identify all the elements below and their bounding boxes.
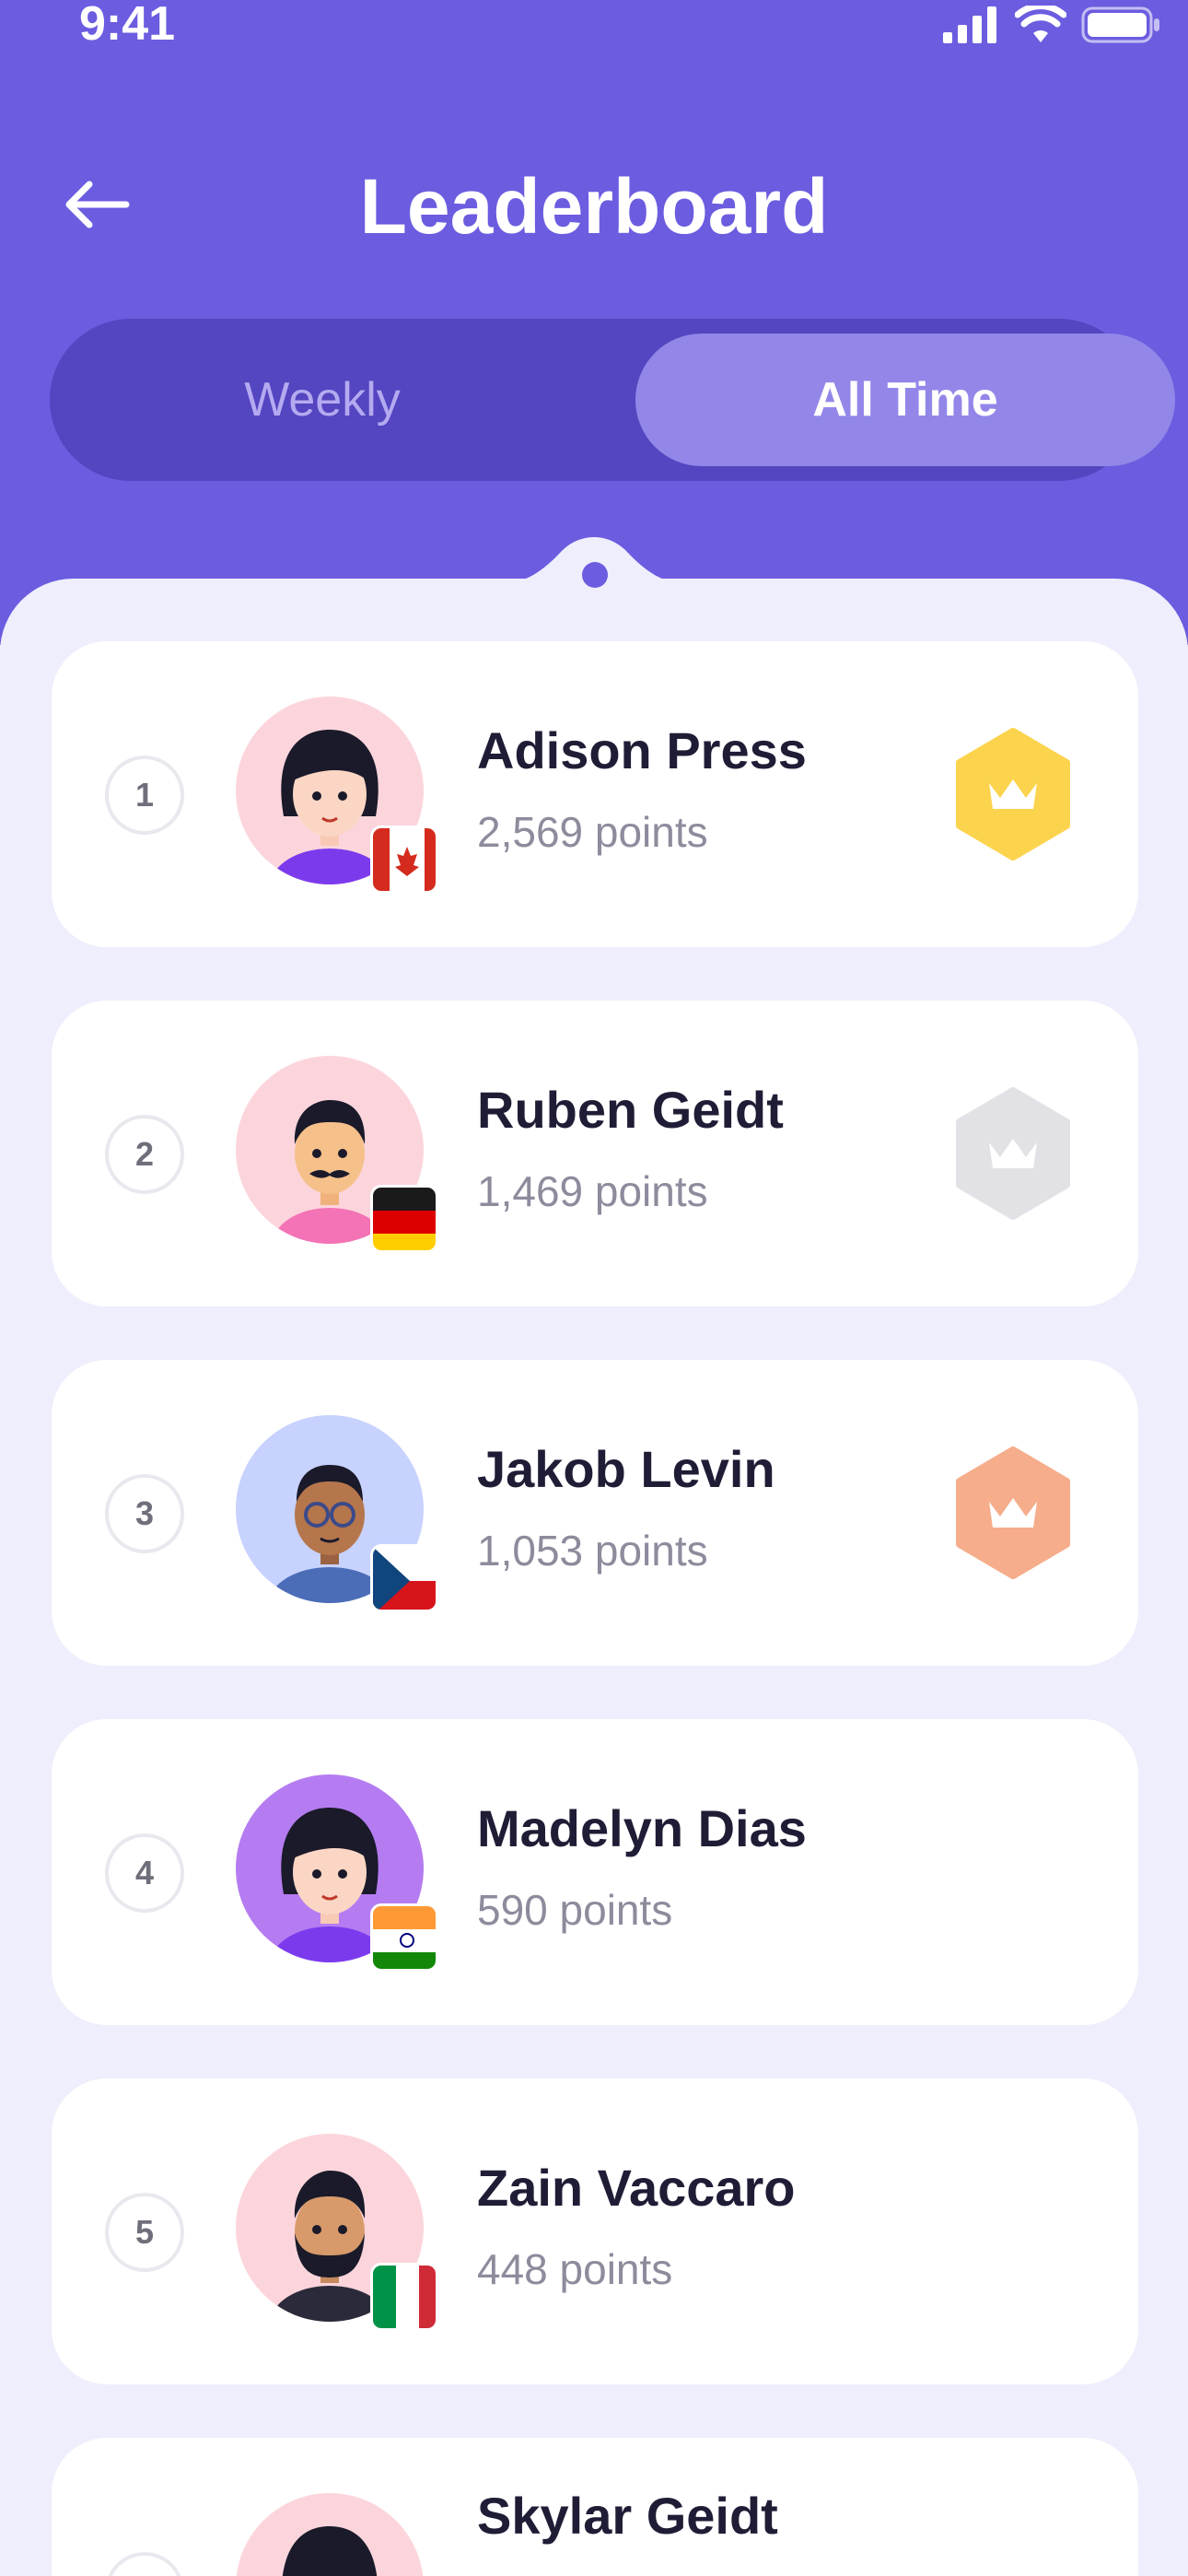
leaderboard-row-4[interactable]: 4 Madelyn Dias 590 points: [52, 1719, 1138, 2025]
tab-all-time[interactable]: All Time: [635, 334, 1175, 466]
leaderboard-row-1[interactable]: 1 Adison Press 2,569 points: [52, 641, 1138, 947]
player-points: 448 points: [477, 2245, 673, 2293]
rank-badge: 5: [105, 2193, 184, 2272]
player-name: Jakob Levin: [477, 1440, 775, 1498]
status-bar: 9:41: [0, 0, 1188, 55]
bronze-crown-icon: [956, 1446, 1070, 1579]
avatar: [236, 2493, 424, 2576]
rank-badge: 2: [105, 1115, 184, 1194]
tab-weekly[interactable]: Weekly: [64, 334, 580, 466]
canada-flag-icon: [370, 825, 438, 894]
player-name: Zain Vaccaro: [477, 2159, 796, 2217]
player-points: 590 points: [477, 1886, 673, 1934]
leaderboard-row-2[interactable]: 2 Ruben Geidt 1,469 points: [52, 1001, 1138, 1306]
gold-crown-icon: [956, 728, 1070, 861]
wifi-icon: [1015, 6, 1066, 42]
rank-badge: 1: [105, 755, 184, 835]
battery-icon: [1081, 6, 1159, 43]
period-segmented-control: Weekly All Time: [50, 319, 1175, 481]
rank-badge: [105, 2552, 184, 2576]
italy-flag-icon: [370, 2263, 438, 2331]
signal-icon: [943, 6, 996, 43]
player-points: 2,569 points: [477, 808, 708, 856]
leaderboard-row-3[interactable]: 3 Jakob Levin 1,053 points: [52, 1360, 1138, 1666]
germany-flag-icon: [370, 1185, 438, 1253]
player-name: Madelyn Dias: [477, 1799, 807, 1857]
notch-dot: [582, 562, 608, 588]
player-name: Ruben Geidt: [477, 1081, 784, 1139]
player-points: 1,053 points: [477, 1527, 708, 1575]
leaderboard-row-6[interactable]: Skylar Geidt: [52, 2438, 1138, 2576]
leaderboard-row-5[interactable]: 5 Zain Vaccaro 448 points: [52, 2078, 1138, 2384]
status-icons: [943, 4, 1160, 46]
status-time: 9:41: [79, 0, 176, 51]
silver-crown-icon: [956, 1087, 1070, 1220]
player-name: Skylar Geidt: [477, 2487, 778, 2545]
player-points: 1,469 points: [477, 1167, 708, 1215]
rank-badge: 3: [105, 1474, 184, 1553]
page-title: Leaderboard: [359, 163, 829, 250]
player-name: Adison Press: [477, 721, 807, 779]
india-flag-icon: [370, 1903, 438, 1972]
czech-republic-flag-icon: [370, 1544, 438, 1612]
rank-badge: 4: [105, 1833, 184, 1913]
